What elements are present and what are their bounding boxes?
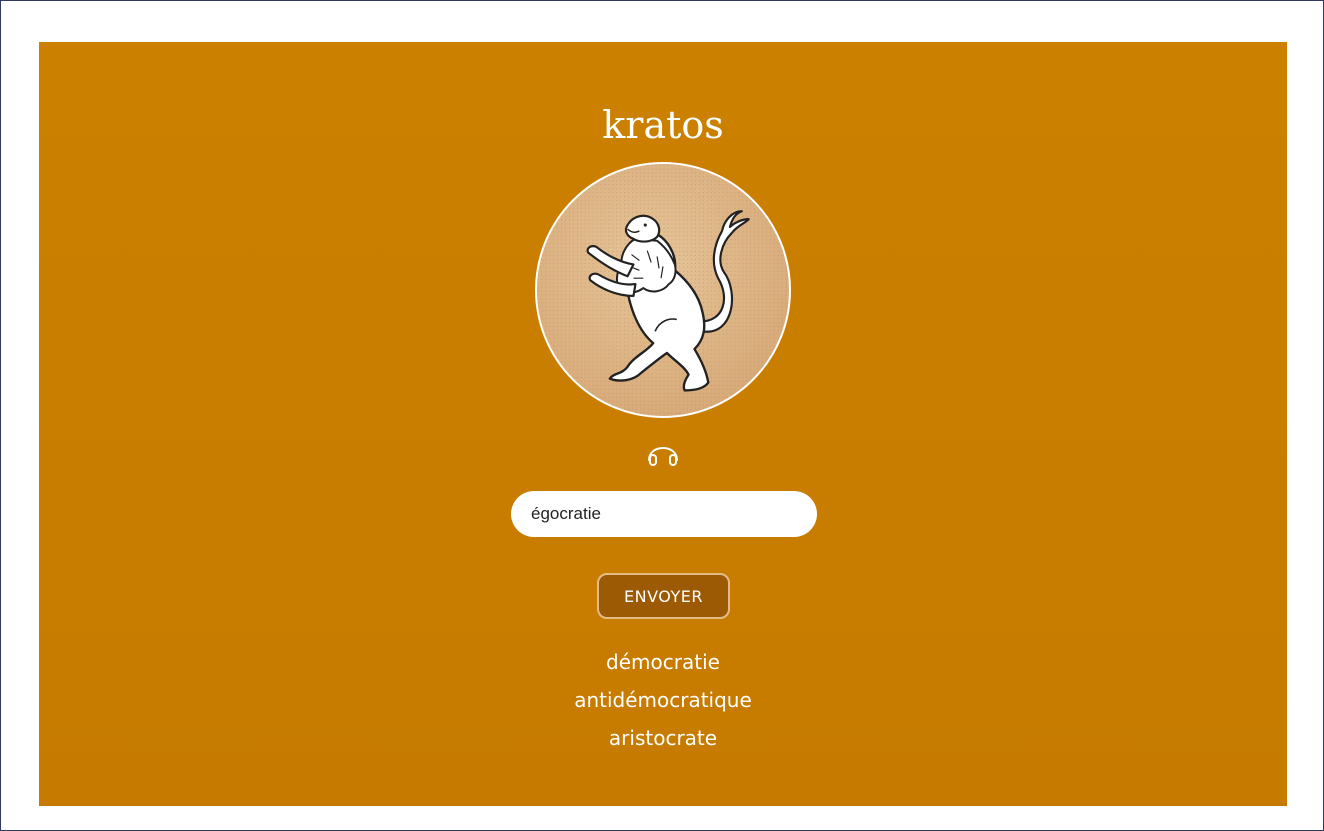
page-frame: kratos égocratie ENVOYER démocratie anti… [0,0,1324,831]
rampant-lion-icon [537,164,789,416]
send-button[interactable]: ENVOYER [597,573,730,619]
audio-play-button[interactable] [643,434,683,470]
list-item: antidémocratique [574,688,752,712]
list-item: démocratie [606,650,720,674]
list-item: aristocrate [608,726,718,750]
main-panel: kratos égocratie ENVOYER démocratie anti… [39,42,1287,806]
lion-medallion [535,162,791,418]
results-list: démocratie antidémocratique aristocrate [39,643,1287,757]
answer-input[interactable] [511,491,817,537]
page-title: kratos [602,103,724,147]
headphones-icon [648,447,678,466]
